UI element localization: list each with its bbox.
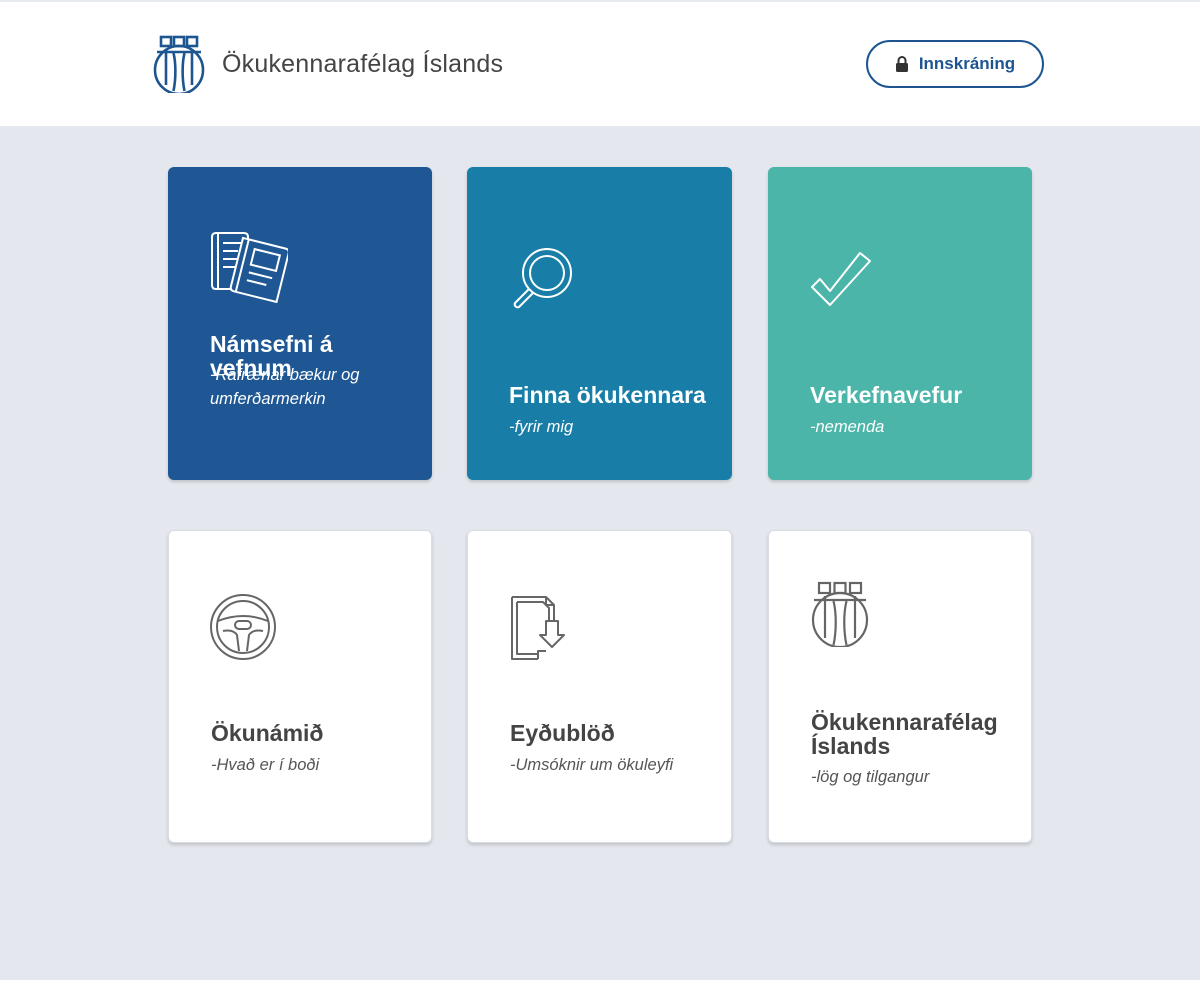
brand-home-link[interactable]: Ökukennarafélag Íslands — [152, 34, 503, 94]
card-study-material[interactable]: Námsefni á vefnum -Rafrænar bækur og umf… — [168, 167, 432, 480]
login-button[interactable]: Innskráning — [866, 40, 1044, 88]
card-find-instructor[interactable]: Finna ökukennara -fyrir mig — [467, 167, 732, 480]
main-content: Námsefni á vefnum -Rafrænar bækur og umf… — [0, 126, 1200, 980]
card-subtitle: -nemenda — [810, 418, 885, 436]
lock-icon — [895, 56, 908, 72]
card-title: Verkefnavefur — [810, 382, 963, 408]
card-title: Finna ökukennara — [509, 382, 706, 408]
card-task-web[interactable]: Verkefnavefur -nemenda — [768, 167, 1032, 480]
card-driving-course[interactable]: Ökunámið -Hvað er í boði — [168, 530, 432, 843]
footer-strip — [0, 980, 1200, 996]
site-header: Ökukennarafélag Íslands Innskráning — [0, 2, 1200, 126]
association-logo-icon — [153, 35, 205, 93]
card-association[interactable]: Ökukennarafélag Íslands -lög og tilgangu… — [768, 530, 1032, 843]
document-download-icon — [511, 596, 565, 660]
card-subtitle: -Rafrænar bækur og umferðarmerkin — [210, 366, 360, 408]
card-forms[interactable]: Eyðublöð -Umsóknir um ökuleyfi — [467, 530, 732, 843]
login-label: Innskráning — [918, 54, 1016, 73]
brand-name: Ökukennarafélag Íslands — [222, 49, 504, 78]
card-title: Eyðublöð — [510, 720, 615, 746]
association-logo-icon — [811, 581, 869, 647]
card-title: Ökukennarafélag Íslands — [811, 709, 998, 759]
steering-wheel-icon — [210, 594, 276, 660]
card-subtitle: -Umsóknir um ökuleyfi — [510, 756, 674, 774]
card-title: Ökunámið — [211, 720, 324, 746]
card-subtitle: -Hvað er í boði — [211, 756, 320, 774]
card-subtitle: -fyrir mig — [509, 418, 574, 436]
card-subtitle: -lög og tilgangur — [811, 768, 930, 786]
magnifier-icon — [513, 248, 572, 309]
books-icon — [211, 232, 288, 303]
checkmark-icon — [811, 252, 871, 306]
